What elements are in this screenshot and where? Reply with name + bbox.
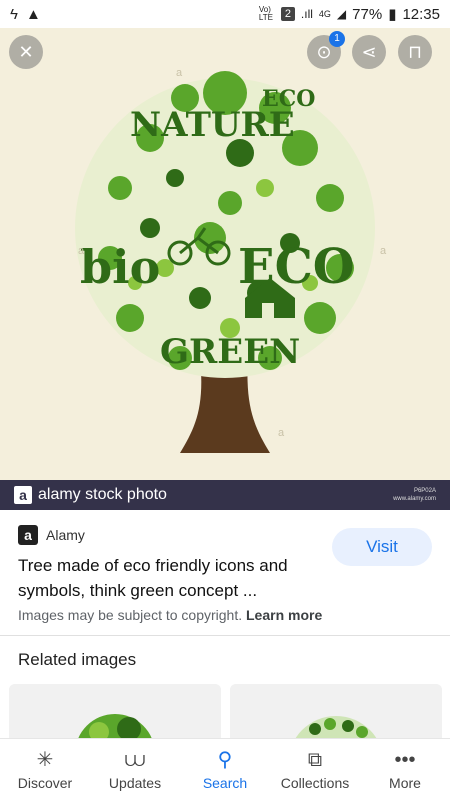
close-icon: ✕ bbox=[18, 41, 34, 62]
watermark-a: a bbox=[278, 427, 285, 439]
watermark-a: a bbox=[78, 245, 85, 257]
nav-label: More bbox=[389, 775, 421, 791]
alamy-logo-icon: a bbox=[14, 486, 32, 504]
copyright-notice: Images may be subject to copyright. Lear… bbox=[18, 607, 322, 623]
nav-collections[interactable]: ⧉ Collections bbox=[272, 749, 358, 791]
battery-icon: ▮ bbox=[388, 6, 397, 23]
missed-call-icon: ϟ bbox=[10, 5, 18, 23]
learn-more-link[interactable]: Learn more bbox=[246, 607, 322, 623]
save-to-collection-button[interactable]: ⊓ bbox=[398, 35, 432, 69]
nav-more[interactable]: ••• More bbox=[362, 749, 448, 791]
watermark-a: a bbox=[380, 245, 387, 257]
nav-search[interactable]: ⚲ Search bbox=[182, 749, 268, 791]
share-icon: ⋖ bbox=[361, 41, 377, 62]
eco-tree-image: NATURE ECO bio ECO GREEN a a a a bbox=[0, 28, 450, 480]
status-bar: ϟ ▲ Vo) LTE 2 .ıll 4G ◢ 77% ▮ 12:35 bbox=[0, 0, 450, 28]
lens-button[interactable]: ⊙ 1 bbox=[307, 31, 345, 69]
bookmark-icon: ⊓ bbox=[407, 41, 423, 62]
volte-indicator: Vo) LTE bbox=[258, 5, 273, 22]
source-name: Alamy bbox=[46, 527, 85, 543]
watermark-brand: alamy stock photo bbox=[38, 486, 167, 503]
word-eco-large: ECO bbox=[238, 239, 355, 295]
nav-label: Updates bbox=[108, 775, 162, 791]
watermark-a: a bbox=[176, 67, 183, 79]
result-title[interactable]: Tree made of eco friendly icons and symb… bbox=[18, 553, 318, 603]
clock: 12:35 bbox=[402, 5, 440, 23]
share-button[interactable]: ⋖ bbox=[352, 35, 386, 69]
watermark-strip: a alamy stock photo P6P02A www.alamy.com bbox=[0, 480, 450, 510]
signal-icon-2: ◢ bbox=[336, 7, 347, 21]
nav-label: Search bbox=[202, 775, 248, 791]
copyright-text: Images may be subject to copyright. bbox=[18, 607, 243, 623]
sim-slot-icon: 2 bbox=[280, 7, 295, 21]
word-green: GREEN bbox=[160, 332, 300, 372]
related-heading: Related images bbox=[18, 650, 137, 669]
lens-icon: ⊙ bbox=[316, 41, 332, 62]
collections-icon: ⧉ bbox=[307, 749, 323, 771]
image-viewer[interactable]: NATURE ECO bio ECO GREEN a a a a ✕ ⊙ 1 ⋖… bbox=[0, 28, 450, 480]
more-icon: ••• bbox=[394, 749, 416, 771]
close-button[interactable]: ✕ bbox=[9, 35, 43, 69]
image-id: P6P02A bbox=[413, 488, 436, 494]
visit-button[interactable]: Visit bbox=[332, 528, 432, 566]
source-favicon: a bbox=[18, 525, 38, 545]
result-info: a Alamy Tree made of eco friendly icons … bbox=[0, 510, 450, 635]
nav-label: Discover bbox=[17, 775, 73, 791]
divider bbox=[0, 635, 450, 636]
nav-discover[interactable]: ✳ Discover bbox=[2, 749, 88, 791]
warning-icon: ▲ bbox=[25, 5, 41, 23]
watermark-url: www.alamy.com bbox=[393, 496, 436, 502]
word-eco-small: ECO bbox=[262, 86, 315, 112]
battery-percent: 77% bbox=[352, 5, 383, 23]
bottom-navigation: ✳ Discover ⩊ Updates ⚲ Search ⧉ Collecti… bbox=[0, 738, 450, 801]
updates-icon: ⩊ bbox=[124, 749, 146, 771]
asterisk-icon: ✳ bbox=[36, 749, 54, 771]
source-row[interactable]: a Alamy bbox=[18, 525, 85, 545]
nav-label: Collections bbox=[280, 775, 350, 791]
nav-updates[interactable]: ⩊ Updates bbox=[92, 749, 178, 791]
lens-badge: 1 bbox=[329, 31, 345, 47]
signal-icon: .ıll bbox=[300, 7, 313, 21]
network-type: 4G bbox=[318, 9, 331, 19]
word-bio: bio bbox=[80, 240, 160, 294]
search-icon: ⚲ bbox=[217, 749, 233, 771]
